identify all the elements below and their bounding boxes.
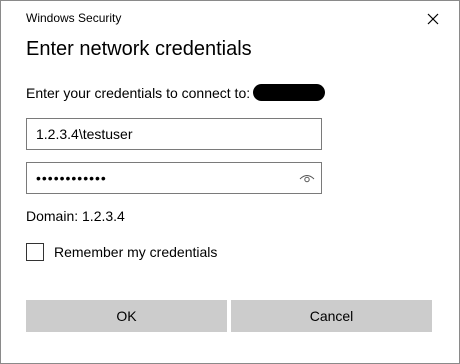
remember-checkbox[interactable] xyxy=(26,243,44,261)
cancel-button[interactable]: Cancel xyxy=(231,300,432,332)
connect-prompt: Enter your credentials to connect to: xyxy=(26,84,326,101)
remember-credentials-row[interactable]: Remember my credentials xyxy=(26,243,217,261)
dialog-heading: Enter network credentials xyxy=(26,38,252,60)
remember-label[interactable]: Remember my credentials xyxy=(54,244,217,260)
reveal-password-button[interactable] xyxy=(299,171,315,185)
window-title: Windows Security xyxy=(26,11,122,25)
credentials-dialog: Windows Security Enter network credentia… xyxy=(0,0,460,364)
password-input[interactable] xyxy=(36,163,296,193)
username-field[interactable] xyxy=(26,118,322,150)
password-field[interactable] xyxy=(26,162,322,194)
close-icon xyxy=(427,13,439,25)
close-button[interactable] xyxy=(415,5,451,33)
domain-label: Domain: 1.2.3.4 xyxy=(26,208,125,224)
redacted-server-name xyxy=(253,84,326,101)
prompt-text: Enter your credentials to connect to: xyxy=(26,84,251,101)
ok-button[interactable]: OK xyxy=(26,300,227,332)
title-bar: Windows Security xyxy=(1,1,459,33)
username-input[interactable] xyxy=(36,119,296,149)
eye-icon xyxy=(299,175,315,183)
